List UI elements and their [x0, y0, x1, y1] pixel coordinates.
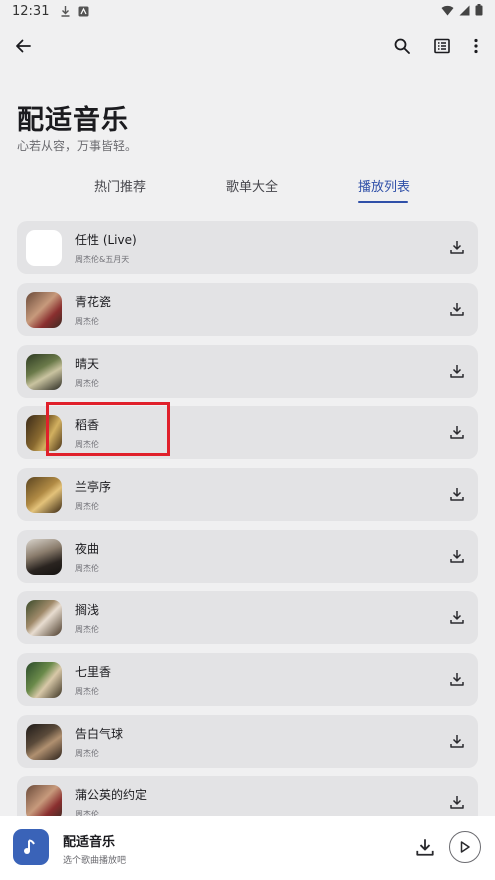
tab-hot[interactable]: 热门推荐	[94, 176, 146, 195]
list-item[interactable]: 青花瓷 周杰伦	[17, 283, 478, 336]
highlight-box	[46, 402, 170, 456]
top-app-bar	[0, 26, 495, 66]
song-title: 蒲公英的约定	[75, 788, 148, 802]
page-title: 配适音乐	[17, 105, 129, 136]
search-icon	[394, 38, 410, 54]
album-art	[26, 785, 62, 817]
album-art	[26, 354, 62, 390]
list-item[interactable]: 搁浅 周杰伦	[17, 591, 478, 644]
album-art	[26, 292, 62, 328]
download-icon	[450, 611, 464, 624]
song-title: 搁浅	[75, 603, 100, 617]
more-options-button[interactable]	[462, 32, 490, 60]
play-icon	[460, 841, 470, 853]
list-item[interactable]: 告白气球 周杰伦	[17, 715, 478, 768]
song-title: 任性 (Live)	[75, 233, 137, 247]
song-artist: 周杰伦	[75, 625, 99, 634]
list-view-button[interactable]	[428, 32, 456, 60]
app-notification-icon	[77, 5, 89, 17]
mini-player[interactable]: 配适音乐 选个歌曲播放吧	[0, 816, 495, 880]
download-button[interactable]	[448, 238, 466, 256]
download-icon	[450, 365, 464, 378]
song-artist: 周杰伦	[75, 564, 99, 573]
song-title: 兰亭序	[75, 480, 112, 494]
tab-bar: 热门推荐 歌单大全 播放列表	[0, 172, 495, 208]
album-art	[26, 539, 62, 575]
download-button[interactable]	[448, 485, 466, 503]
song-artist: 周杰伦&五月天	[75, 255, 130, 264]
download-icon	[450, 241, 464, 254]
search-button[interactable]	[388, 32, 416, 60]
player-subtitle: 选个歌曲播放吧	[63, 856, 127, 866]
album-art	[26, 724, 62, 760]
song-artist: 周杰伦	[75, 687, 99, 696]
song-artist: 周杰伦	[75, 317, 99, 326]
more-vert-icon	[474, 38, 478, 54]
download-button[interactable]	[448, 300, 466, 318]
download-button[interactable]	[448, 608, 466, 626]
download-icon	[450, 735, 464, 748]
download-button[interactable]	[448, 670, 466, 688]
app-screen: 12:31 配适音乐 心若从容，万事皆轻。 热门推荐 歌单大全 播放列表 任性 …	[0, 0, 495, 880]
song-title: 七里香	[75, 665, 112, 679]
download-icon	[416, 839, 434, 856]
album-art	[26, 662, 62, 698]
battery-icon	[475, 4, 483, 20]
list-view-icon	[434, 38, 450, 54]
song-artist: 周杰伦	[75, 379, 99, 388]
list-item[interactable]: 蒲公英的约定 周杰伦	[17, 776, 478, 817]
arrow-back-icon	[16, 39, 31, 53]
list-item[interactable]: 七里香 周杰伦	[17, 653, 478, 706]
play-button[interactable]	[449, 831, 481, 863]
album-art	[26, 477, 62, 513]
list-item[interactable]: 任性 (Live) 周杰伦&五月天	[17, 221, 478, 274]
download-icon	[450, 796, 464, 809]
player-cover	[13, 829, 49, 865]
song-title: 夜曲	[75, 542, 100, 556]
tab-playlists[interactable]: 歌单大全	[226, 176, 278, 195]
song-title: 青花瓷	[75, 295, 112, 309]
tab-play-queue[interactable]: 播放列表	[358, 176, 410, 195]
download-button[interactable]	[448, 732, 466, 750]
list-item[interactable]: 夜曲 周杰伦	[17, 530, 478, 583]
page-subtitle: 心若从容，万事皆轻。	[17, 139, 138, 153]
list-item[interactable]: 兰亭序 周杰伦	[17, 468, 478, 521]
download-icon	[450, 550, 464, 563]
status-bar: 12:31	[0, 0, 495, 22]
song-title: 告白气球	[75, 727, 124, 741]
song-artist: 周杰伦	[75, 749, 99, 758]
signal-icon	[459, 5, 470, 20]
download-button[interactable]	[448, 547, 466, 565]
song-list: 任性 (Live) 周杰伦&五月天 青花瓷 周杰伦 晴天 周杰伦 稻香 周杰伦 …	[17, 221, 478, 817]
player-download-button[interactable]	[416, 838, 434, 856]
download-button[interactable]	[448, 423, 466, 441]
download-button[interactable]	[448, 362, 466, 380]
back-button[interactable]	[9, 32, 37, 60]
download-status-icon	[59, 5, 71, 17]
song-artist: 周杰伦	[75, 502, 99, 511]
song-title: 晴天	[75, 357, 100, 371]
status-time: 12:31	[12, 3, 50, 19]
list-item[interactable]: 晴天 周杰伦	[17, 345, 478, 398]
download-button[interactable]	[448, 793, 466, 811]
active-tab-indicator	[358, 201, 408, 203]
player-title: 配适音乐	[63, 835, 116, 850]
wifi-icon	[441, 5, 454, 20]
music-note-icon	[24, 839, 35, 854]
download-icon	[450, 303, 464, 316]
download-icon	[450, 426, 464, 439]
download-icon	[450, 673, 464, 686]
download-icon	[450, 488, 464, 501]
album-art	[26, 230, 62, 266]
album-art	[26, 600, 62, 636]
